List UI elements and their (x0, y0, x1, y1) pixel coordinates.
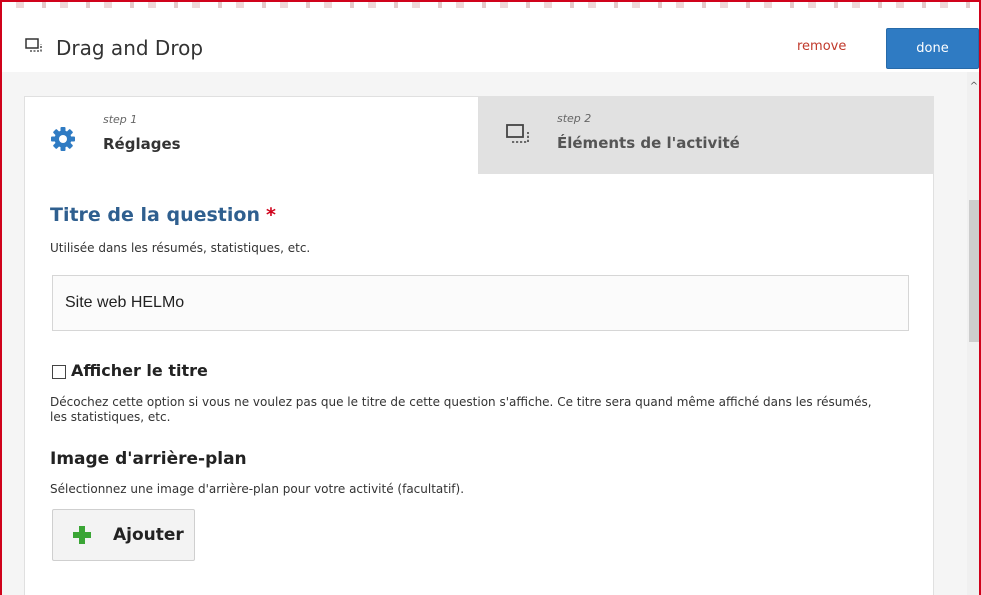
tab-title: Réglages (103, 135, 181, 153)
question-title-heading: Titre de la question * (50, 204, 276, 226)
question-title-description: Utilisée dans les résumés, statistiques,… (50, 241, 311, 255)
background-image-description: Sélectionnez une image d'arrière-plan po… (50, 482, 465, 496)
show-title-description: Décochez cette option si vous ne voulez … (50, 395, 872, 424)
tab-step-label: step 1 (103, 113, 138, 126)
show-title-checkbox[interactable] (52, 365, 66, 379)
tab-activity-elements[interactable]: step 2 Éléments de l'activité (479, 96, 934, 174)
tab-step-label: step 2 (557, 112, 592, 125)
editor-frame: Drag and Drop remove done step 1 Réglage… (0, 0, 981, 595)
add-image-button[interactable]: Ajouter (52, 509, 195, 561)
step-tabs: step 1 Réglages step 2 Éléments de l'act… (24, 96, 934, 174)
background-image-heading: Image d'arrière-plan (50, 449, 247, 469)
plus-icon (73, 526, 91, 544)
vertical-scrollbar[interactable]: ^ (967, 72, 979, 595)
question-title-input[interactable]: Site web HELMo (52, 275, 909, 331)
question-title-label: Titre de la question (50, 204, 260, 226)
tab-settings[interactable]: step 1 Réglages (24, 96, 479, 174)
drag-drop-icon (506, 124, 529, 143)
drag-drop-icon (25, 38, 42, 52)
show-title-label[interactable]: Afficher le titre (71, 361, 208, 380)
tab-title: Éléments de l'activité (557, 134, 740, 152)
settings-panel: Titre de la question * Utilisée dans les … (24, 174, 934, 595)
scroll-thumb[interactable] (969, 200, 979, 342)
required-mark: * (265, 204, 276, 226)
editor-body: step 1 Réglages step 2 Éléments de l'act… (2, 72, 967, 595)
gear-icon (51, 127, 75, 151)
editor-title: Drag and Drop (56, 36, 204, 60)
editor-header: Drag and Drop remove done (2, 8, 979, 72)
scroll-up-icon[interactable]: ^ (967, 80, 979, 94)
add-image-label: Ajouter (113, 525, 184, 545)
remove-link[interactable]: remove (797, 39, 846, 54)
done-button[interactable]: done (886, 28, 979, 69)
